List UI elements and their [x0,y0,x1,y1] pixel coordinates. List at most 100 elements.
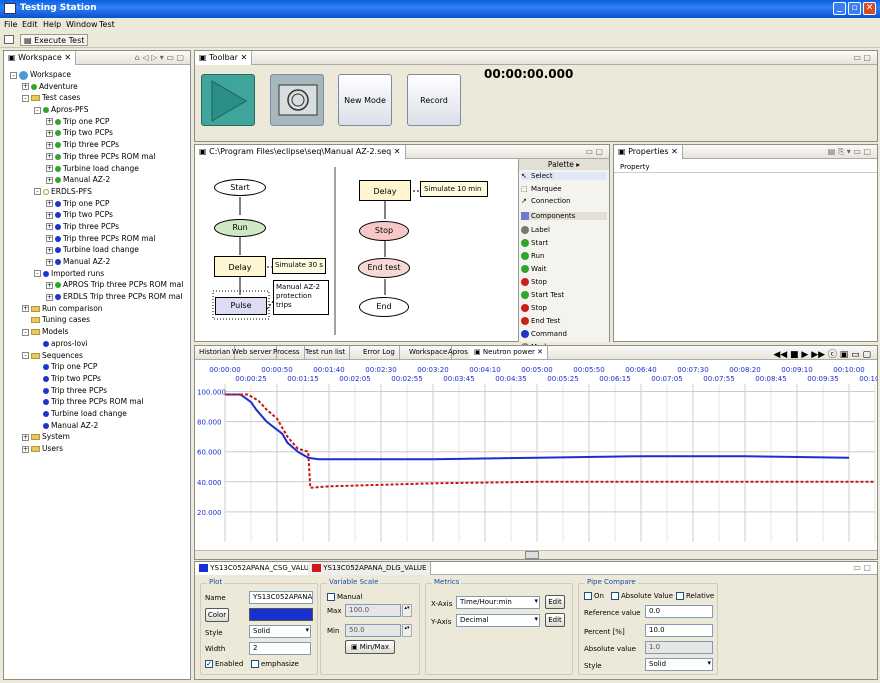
tree-item[interactable]: + Adventure [10,81,192,93]
expand-icon[interactable]: + [22,305,29,313]
tree-item[interactable]: apros-lovi [10,338,192,350]
tree-item[interactable]: + Manual AZ-2 [10,256,192,268]
reference-value-input[interactable]: 0.0 [645,605,713,618]
note-manual-az2[interactable]: Manual AZ-2 protection trips [273,280,329,315]
tab-toolbar[interactable]: ▣ Toolbar ✕ [195,51,253,65]
menu-edit[interactable]: Edit [22,20,38,29]
node-delay-2[interactable]: Delay [359,180,411,201]
maximize-button[interactable]: ▫ [848,2,861,15]
node-delay[interactable]: Delay [214,256,266,277]
style-select[interactable]: Solid ▾ [249,625,311,638]
collapse-icon[interactable]: - [22,94,29,102]
editor-controls[interactable]: ▭ ▢ [585,147,603,156]
color-swatch[interactable] [249,608,313,621]
collapse-icon[interactable]: - [34,106,41,114]
palette-component[interactable]: End Test [521,317,560,325]
toolbar-view-controls[interactable]: ▭ ▢ [853,53,871,62]
tree-item[interactable]: - ERDLS-PFS [10,186,192,198]
y-axis-select[interactable]: Decimal ▾ [456,614,540,627]
tab-workspace[interactable]: ▣ Workspace ✕ [4,51,77,65]
edit-x-axis-button[interactable]: Edit [545,595,565,609]
tab-series-dlg[interactable]: YS13C052APANA_DLG_VALUE [308,562,432,575]
tree-item[interactable]: + Trip three PCPs [10,139,192,151]
collapse-icon[interactable]: - [10,71,17,79]
menu-window[interactable]: Window [66,20,98,29]
tree-item[interactable]: + Trip one PCP [10,198,192,210]
expand-icon[interactable]: + [46,176,53,184]
series-panel-controls[interactable]: ▭ ▢ [853,563,871,572]
color-button[interactable]: Color [205,608,229,622]
note-simulate-10min[interactable]: Simulate 10 min [420,181,488,197]
tree-item[interactable]: + ERDLS Trip three PCPs ROM mal [10,291,192,303]
tab-properties[interactable]: ▣ Properties ✕ [614,145,683,159]
tree-item[interactable]: Trip one PCP [10,361,192,373]
expand-icon[interactable]: + [46,129,53,137]
tree-item[interactable]: + Users [10,443,192,455]
tree-item[interactable]: + Manual AZ-2 [10,174,192,186]
tree-item[interactable]: + Turbine load change [10,244,192,256]
tree-item[interactable]: + Turbine load change [10,163,192,175]
min-spinner[interactable]: ▴▾ [402,624,412,637]
tab-trend-3[interactable]: Test run list [301,346,351,359]
node-run[interactable]: Run [214,219,266,237]
new-mode-button[interactable]: New Mode [338,74,392,126]
tree-item[interactable]: - Workspace [10,69,192,81]
tree-item[interactable]: + Trip two PCPs [10,209,192,221]
perspective-icon[interactable] [4,35,14,44]
tree-item[interactable]: - Models [10,326,192,338]
expand-icon[interactable]: + [46,200,53,208]
playback-controls[interactable]: ◀◀ ■ ▶ ▶▶ ⓒ ▣ ▭ ▢ [773,347,871,360]
tab-trend-2[interactable]: Process [269,346,305,359]
scrollbar-thumb[interactable] [525,551,539,559]
snapshot-button[interactable] [270,74,324,126]
emphasize-checkbox[interactable]: emphasize [251,660,299,668]
tree-item[interactable]: + System [10,431,192,443]
node-start[interactable]: Start [214,179,266,196]
palette-component[interactable]: Stop [521,304,547,312]
node-stop[interactable]: Stop [359,221,409,241]
palette-component[interactable]: Label [521,226,550,234]
palette-component[interactable]: Start [521,239,548,247]
expand-icon[interactable]: + [22,433,29,441]
expand-icon[interactable]: + [46,223,53,231]
x-axis-select[interactable]: Time/Hour:min ▾ [456,596,540,609]
chart-scrollbar[interactable] [195,550,877,559]
min-input[interactable]: 50.0 [345,624,401,637]
absolute-value-checkbox[interactable]: Absolute Value [611,592,673,600]
tree-item[interactable]: Trip two PCPs [10,373,192,385]
edit-y-axis-button[interactable]: Edit [545,613,565,627]
tree-item[interactable]: Trip three PCPs [10,385,192,397]
menu-test[interactable]: Test [99,20,115,29]
width-input[interactable]: 2 [249,642,311,655]
menu-file[interactable]: File [4,20,17,29]
tree-item[interactable]: - Apros-PFS [10,104,192,116]
node-pulse[interactable]: Pulse [215,297,267,315]
tree-item[interactable]: + Trip three PCPs ROM mal [10,151,192,163]
node-end[interactable]: End [359,297,409,317]
properties-controls[interactable]: ▤ ⎘ ▾ ▭ ▢ [828,147,871,157]
tab-series-csg[interactable]: YS13C052APANA_CSG_VALUE ✕ [195,562,327,575]
view-menu-icon[interactable]: ⌂ ◁ ▷ ▾ ▭ ▢ [135,53,184,62]
tree-item[interactable]: + Run comparison [10,303,192,315]
palette-drawer-components[interactable]: Components [521,212,607,220]
note-simulate-30s[interactable]: Simulate 30 s [272,258,326,274]
palette-component[interactable]: Wait [521,265,546,273]
tree-item[interactable]: + Trip two PCPs [10,127,192,139]
expand-icon[interactable]: + [46,118,53,126]
series-name-input[interactable]: YS13C052APANAD [249,591,313,604]
collapse-icon[interactable]: - [22,352,29,359]
tab-trend-7[interactable]: ▣ Neutron power ✕ [470,346,548,359]
compare-style-select[interactable]: Solid ▾ [645,658,713,671]
expand-icon[interactable]: + [22,83,29,91]
node-end-test[interactable]: End test [358,258,410,278]
tree-item[interactable]: + Trip one PCP [10,116,192,128]
palette-tool[interactable]: ↗ Connection [521,197,571,205]
tree-item[interactable]: + Trip three PCPs ROM mal [10,233,192,245]
compare-on-checkbox[interactable]: On [584,592,604,600]
menu-help[interactable]: Help [43,20,61,29]
tab-trend-6[interactable]: Apros [444,346,473,359]
max-input[interactable]: 100.0 [345,604,401,617]
palette-tool[interactable]: ⬚ Marquee [521,185,562,193]
palette-component[interactable]: Run [521,252,544,260]
tree-item[interactable]: Manual AZ-2 [10,420,192,432]
